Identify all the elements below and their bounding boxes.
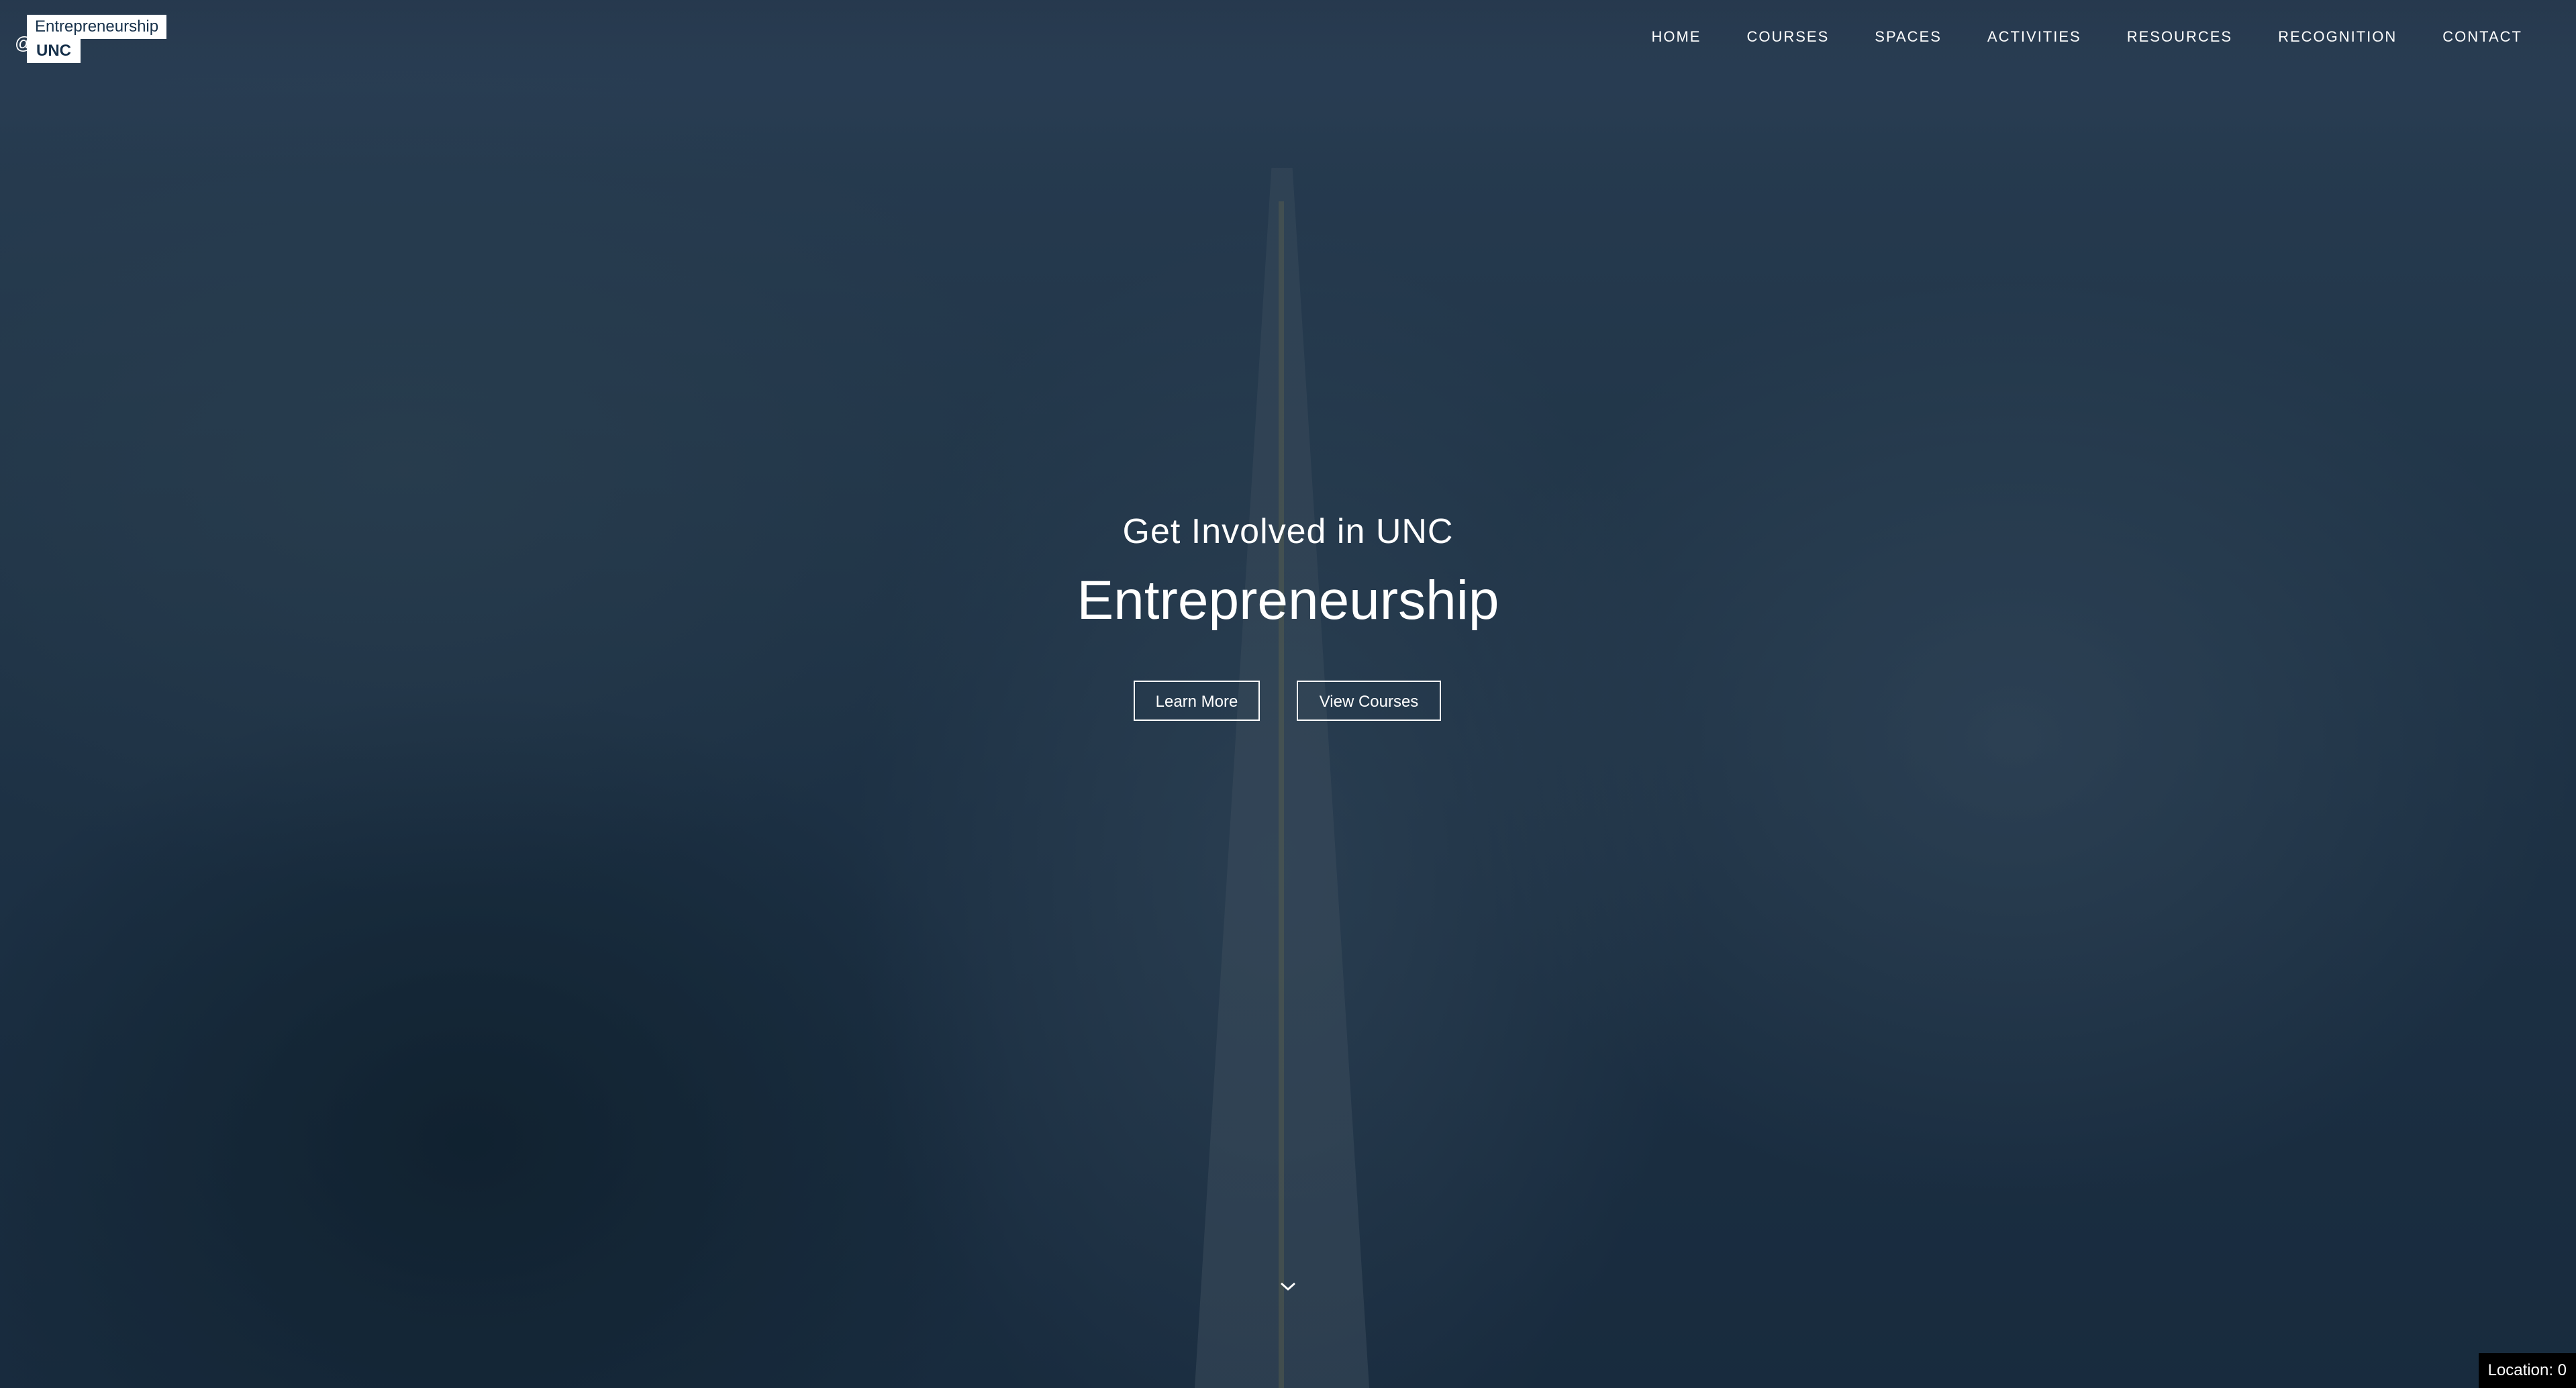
learn-more-button[interactable]: Learn More (1134, 681, 1260, 721)
location-indicator: Location: 0 (2478, 1353, 2576, 1388)
view-courses-button[interactable]: View Courses (1297, 681, 1441, 721)
logo-bottom-text: UNC (27, 39, 81, 63)
chevron-down-icon[interactable] (1278, 1277, 1298, 1297)
main-nav: HOME COURSES SPACES ACTIVITIES RESOURCES… (1605, 28, 2522, 46)
nav-item-activities[interactable]: ACTIVITIES (1987, 28, 2081, 46)
nav-item-recognition[interactable]: RECOGNITION (2278, 28, 2397, 46)
nav-item-courses[interactable]: COURSES (1746, 28, 1829, 46)
nav-item-resources[interactable]: RESOURCES (2127, 28, 2232, 46)
nav-item-home[interactable]: HOME (1651, 28, 1701, 46)
hero-subtitle: Get Involved in UNC (1122, 512, 1454, 551)
hero-title: Entrepreneurship (1077, 570, 1499, 631)
hero-overlay (0, 0, 2576, 1388)
logo-top-text: Entrepreneurship (27, 15, 167, 39)
nav-item-spaces[interactable]: SPACES (1875, 28, 1942, 46)
nav-item-contact[interactable]: CONTACT (2442, 28, 2522, 46)
